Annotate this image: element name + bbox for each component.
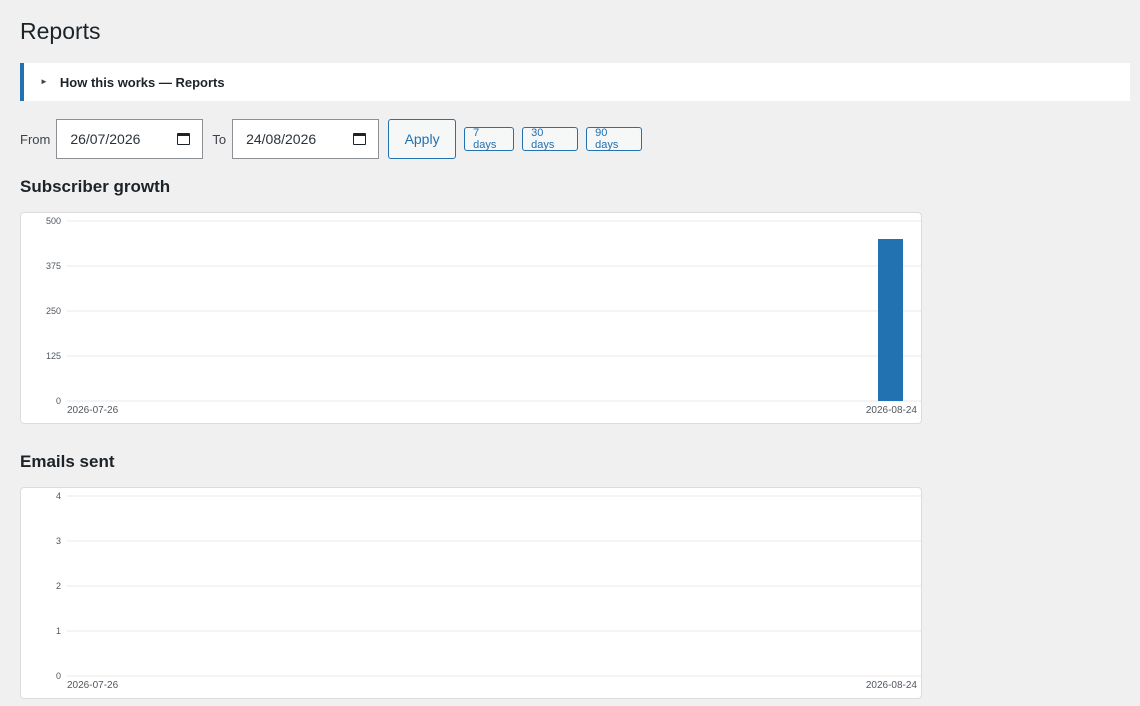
y-tick-label: 2 [56,581,61,591]
subscriber-growth-chart-svg: 0 125 250 375 500 2026-07-26 2026-08-24 [46,216,921,416]
y-tick-label: 500 [46,216,61,226]
y-tick-label: 0 [56,671,61,681]
how-this-works-toggle[interactable]: ► How this works — Reports [20,63,1130,101]
calendar-icon[interactable] [177,133,191,145]
y-tick-label: 250 [46,306,61,316]
from-date-value: 26/07/2026 [70,131,141,147]
y-tick-label: 1 [56,626,61,636]
triangle-right-icon: ► [40,77,48,86]
subscriber-growth-title: Subscriber growth [20,177,171,196]
range-7-days-button[interactable]: 7 days [464,127,515,151]
y-tick-label: 125 [46,351,61,361]
y-tick-label: 375 [46,261,61,271]
from-label: From [20,131,51,147]
how-this-works-label: How this works — Reports [59,74,225,90]
subscriber-growth-chart: 0 125 250 375 500 2026-07-26 2026-08-24 [20,212,922,424]
page-title: Reports [20,18,101,44]
emails-sent-title: Emails sent [20,452,115,471]
from-date-input[interactable]: 26/07/2026 [56,119,204,159]
x-tick-label: 2026-08-24 [866,680,918,691]
x-tick-label: 2026-07-26 [67,405,119,416]
to-date-value: 24/08/2026 [246,131,317,147]
x-tick-label: 2026-08-24 [866,405,918,416]
chart-bar [878,239,903,401]
date-filter-bar: From 26/07/2026 To 24/08/2026 Apply 7 da… [20,119,643,159]
x-tick-label: 2026-07-26 [67,680,119,691]
calendar-icon[interactable] [353,133,367,145]
to-date-input[interactable]: 24/08/2026 [232,119,380,159]
y-tick-label: 0 [56,396,61,406]
emails-sent-chart-svg: 0 1 2 3 4 2026-07-26 2026-08-24 [56,491,921,691]
emails-sent-chart: 0 1 2 3 4 2026-07-26 2026-08-24 [20,487,922,699]
apply-button[interactable]: Apply [388,119,457,159]
range-90-days-button[interactable]: 90 days [586,127,643,151]
y-tick-label: 4 [56,491,61,501]
range-30-days-button[interactable]: 30 days [522,127,579,151]
to-label: To [212,131,227,147]
y-tick-label: 3 [56,536,61,546]
